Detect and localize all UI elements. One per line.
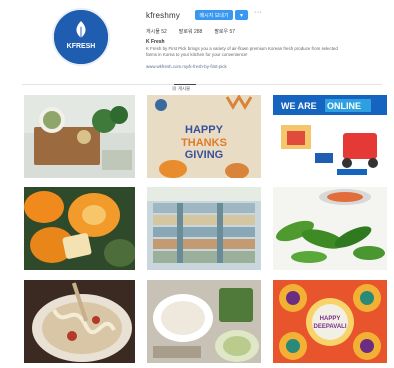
post-image-green-peppers xyxy=(273,187,387,270)
tab-posts-indicator xyxy=(174,84,196,85)
post-tile-pumpkins[interactable] xyxy=(24,187,135,270)
avatar-brand-text: KFRESH xyxy=(67,43,96,50)
post-image-grocery-shelves xyxy=(147,187,261,270)
profile-stats: 게시물 52 팔로워 288 팔로우 57 xyxy=(146,28,235,35)
post-image-food-board xyxy=(24,95,135,178)
follow-dropdown-button[interactable]: ▾ xyxy=(235,10,248,20)
svg-text:ONLINE: ONLINE xyxy=(327,101,361,111)
svg-text:HAPPY: HAPPY xyxy=(185,124,224,136)
username: kfreshmy xyxy=(146,11,181,20)
stat-following-label: 팔로우 xyxy=(214,29,229,35)
stat-posts-label: 게시물 xyxy=(146,29,160,35)
post-image-deepavali: HAPPY DEEPAVALI xyxy=(273,280,387,363)
post-tile-deepavali[interactable]: HAPPY DEEPAVALI xyxy=(273,280,387,363)
stat-posts[interactable]: 게시물 52 xyxy=(146,28,167,35)
message-button[interactable]: 메시지 보내기 xyxy=(195,10,233,20)
stat-followers-value: 288 xyxy=(193,29,203,35)
svg-text:DEEPAVALI: DEEPAVALI xyxy=(313,324,346,330)
svg-text:WE ARE: WE ARE xyxy=(281,101,317,111)
post-image-thanksgiving: HAPPY THANKS GIVING xyxy=(147,95,261,178)
post-tile-noodles[interactable] xyxy=(24,280,135,363)
tab-divider xyxy=(22,84,382,85)
post-tile-food-board[interactable] xyxy=(24,95,135,178)
posts-grid: HAPPY THANKS GIVING WE ARE ONLINE HAPPY … xyxy=(24,95,387,363)
bio-link[interactable]: www.wkfresh.com.my/k-fresh-by-first-pick xyxy=(146,64,227,69)
avatar[interactable]: KFRESH xyxy=(52,8,110,66)
post-tile-grocery-shelves[interactable] xyxy=(147,187,261,270)
svg-text:THANKS: THANKS xyxy=(181,137,227,149)
svg-text:GIVING: GIVING xyxy=(185,149,224,161)
bio-name: K Fresh xyxy=(146,39,165,45)
stat-following-value: 57 xyxy=(229,29,236,35)
post-tile-rice[interactable] xyxy=(147,280,261,363)
post-image-pumpkins xyxy=(24,187,135,270)
post-tile-green-peppers[interactable] xyxy=(273,187,387,270)
post-image-noodles xyxy=(24,280,135,363)
post-tile-online[interactable]: WE ARE ONLINE xyxy=(273,95,387,178)
stat-following[interactable]: 팔로우 57 xyxy=(214,28,235,35)
bio-text: K Fresh by First Pick brings you a varie… xyxy=(146,46,338,57)
post-tile-thanksgiving[interactable]: HAPPY THANKS GIVING xyxy=(147,95,261,178)
tab-posts[interactable]: ▦ 게시물 xyxy=(172,86,190,92)
svg-text:HAPPY: HAPPY xyxy=(320,316,341,322)
stat-followers-label: 팔로워 xyxy=(178,29,193,35)
kfresh-logo-icon: KFRESH xyxy=(54,10,108,64)
profile-header: KFRESH kfreshmy 메시지 보내기 ▾ ··· 게시물 52 팔로워… xyxy=(0,0,394,82)
post-image-online: WE ARE ONLINE xyxy=(273,95,387,178)
stat-posts-value: 52 xyxy=(161,29,167,35)
stat-followers[interactable]: 팔로워 288 xyxy=(179,28,203,35)
more-options-icon[interactable]: ··· xyxy=(254,9,263,16)
post-image-rice xyxy=(147,280,261,363)
